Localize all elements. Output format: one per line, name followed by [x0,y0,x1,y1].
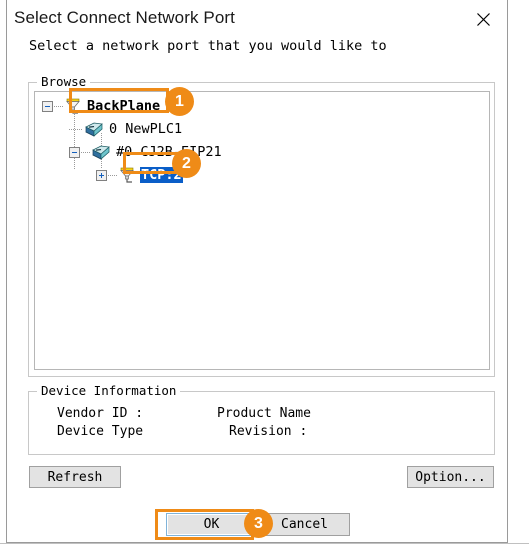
tree-dash-icon [108,174,117,176]
cancel-button[interactable]: Cancel [259,513,350,536]
network-port-icon [66,98,80,114]
tree-item-newplc1[interactable]: 0 NewPLC1 [69,118,183,140]
device-type-label: Device Type [57,424,144,439]
tree-item-tcp2[interactable]: TCP:2 [96,164,183,186]
close-button[interactable] [467,4,499,34]
expander-minus-icon[interactable] [69,146,80,158]
select-connect-network-port-dialog: Select Connect Network Port Select a net… [6,0,508,543]
expander-minus-icon[interactable] [42,100,53,112]
tree-item-label-selected: TCP:2 [140,167,183,183]
network-port-icon [120,167,134,183]
tree-item-label: BackPlane [87,98,161,114]
tree-dash-icon [69,128,83,130]
tree-item-label: 0 NewPLC1 [109,121,183,137]
page-title: Select Connect Network Port [14,8,235,27]
window-bottom-edge [0,543,529,544]
tree-item-label: #0 CJ2B-EIP21 [116,144,222,160]
option-button[interactable]: Option... [407,466,494,488]
title-bar: Select Connect Network Port [7,0,507,38]
tree-item-cj2b-eip21[interactable]: #0 CJ2B-EIP21 [69,141,223,163]
ok-button[interactable]: OK [166,513,257,536]
browse-group: Browse BackPlane 0 NewPLC1 #0 CJ2B-EIP21… [28,74,495,377]
refresh-button[interactable]: Refresh [29,466,121,488]
product-name-label: Product Name [217,406,311,421]
close-icon [476,12,490,26]
expander-plus-icon[interactable] [96,169,107,181]
browse-group-label: Browse [37,74,91,89]
tree-dash-icon [54,105,63,107]
plc-module-icon [92,145,110,160]
network-tree[interactable]: BackPlane 0 NewPLC1 #0 CJ2B-EIP21 TCP:2 [34,91,490,370]
instruction-text: Select a network port that you would lik… [29,38,387,54]
device-information-group: Device Information Vendor ID : Product N… [28,383,495,455]
revision-label: Revision : [229,424,308,439]
plc-module-icon [85,122,103,137]
device-information-group-label: Device Information [37,383,181,398]
vendor-id-label: Vendor ID : [57,406,144,421]
tree-dash-icon [81,151,90,153]
tree-item-backplane[interactable]: BackPlane [42,95,161,117]
